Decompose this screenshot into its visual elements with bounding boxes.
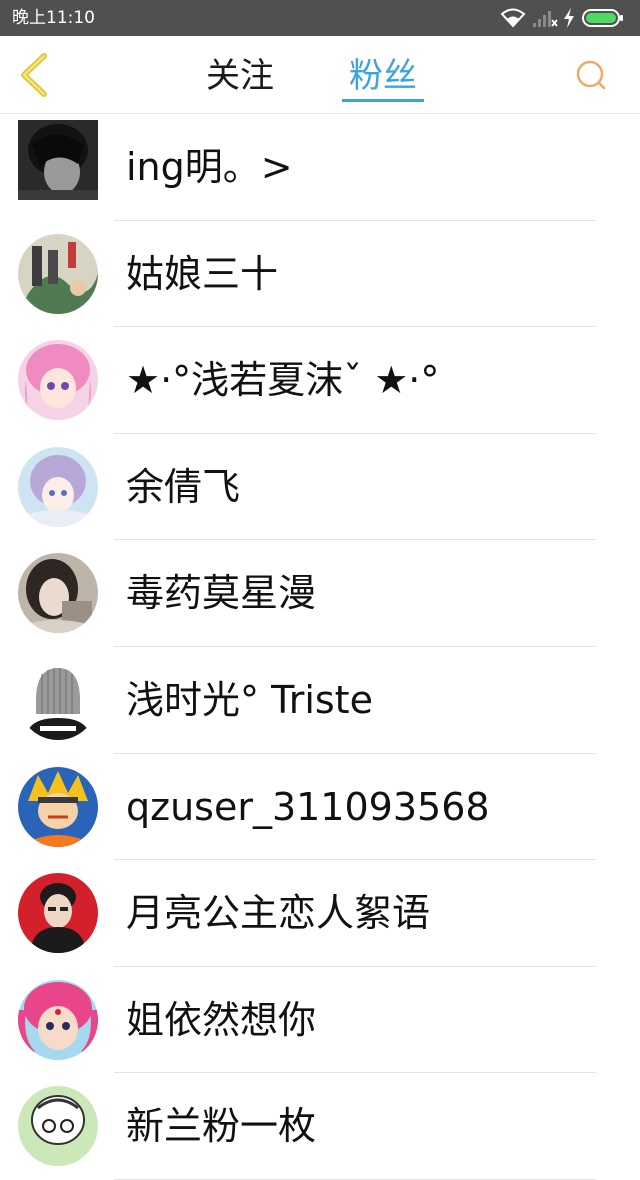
status-time: 晚上11:10 xyxy=(12,8,95,28)
list-item[interactable]: qzuser_311093568 xyxy=(0,754,640,861)
tab-follow[interactable]: 关注 xyxy=(200,56,280,102)
fan-name: qzuser_311093568 xyxy=(126,784,490,829)
avatar[interactable] xyxy=(18,1086,98,1167)
fans-list: ing明。> 姑娘三十 ★·°浅若夏沫ˇ ★·° 余倩飞 毒药莫星漫 浅时光° … xyxy=(0,114,640,1180)
tab-fans-label: 粉丝 xyxy=(349,56,417,96)
search-button[interactable] xyxy=(574,58,608,92)
status-bar: 晚上11:10 xyxy=(0,0,640,36)
list-item[interactable]: 新兰粉一枚 xyxy=(0,1073,640,1180)
fan-name: 姐依然想你 xyxy=(126,997,317,1042)
avatar[interactable] xyxy=(18,659,98,740)
fan-name: 毒药莫星漫 xyxy=(126,571,317,616)
avatar[interactable] xyxy=(18,873,98,954)
fan-name: 浅时光° Triste xyxy=(126,677,373,722)
list-item[interactable]: 姑娘三十 xyxy=(0,221,640,328)
avatar[interactable] xyxy=(18,446,98,527)
fan-name: 月亮公主恋人絮语 xyxy=(126,891,431,936)
search-icon xyxy=(576,60,606,90)
tab-follow-label: 关注 xyxy=(206,56,274,96)
header: 关注 粉丝 xyxy=(0,36,640,114)
avatar[interactable] xyxy=(18,340,98,421)
list-item[interactable]: 姐依然想你 xyxy=(0,967,640,1074)
avatar[interactable] xyxy=(18,120,98,200)
tab-fans[interactable]: 粉丝 xyxy=(342,56,424,102)
list-item[interactable]: 月亮公主恋人絮语 xyxy=(0,860,640,967)
fan-name: ★·°浅若夏沫ˇ ★·° xyxy=(126,358,440,403)
list-item[interactable]: 浅时光° Triste xyxy=(0,647,640,754)
wifi-icon xyxy=(500,8,526,28)
list-item[interactable]: ing明。> xyxy=(0,114,640,221)
list-item[interactable]: 余倩飞 xyxy=(0,434,640,541)
battery-icon xyxy=(582,9,623,27)
signal-icon xyxy=(533,11,558,27)
avatar[interactable] xyxy=(18,233,98,314)
fan-name: 余倩飞 xyxy=(126,464,241,509)
tab-active-indicator xyxy=(342,99,424,102)
charging-icon xyxy=(564,8,574,28)
avatar[interactable] xyxy=(18,553,98,634)
list-item[interactable]: 毒药莫星漫 xyxy=(0,540,640,647)
back-button[interactable] xyxy=(14,52,54,98)
avatar[interactable] xyxy=(18,979,98,1060)
fan-name: 姑娘三十 xyxy=(126,251,279,296)
list-item[interactable]: ★·°浅若夏沫ˇ ★·° xyxy=(0,327,640,434)
avatar[interactable] xyxy=(18,766,98,847)
chevron-left-icon xyxy=(21,53,47,97)
fan-name: 新兰粉一枚 xyxy=(126,1104,317,1149)
fan-name: ing明。> xyxy=(126,145,293,189)
